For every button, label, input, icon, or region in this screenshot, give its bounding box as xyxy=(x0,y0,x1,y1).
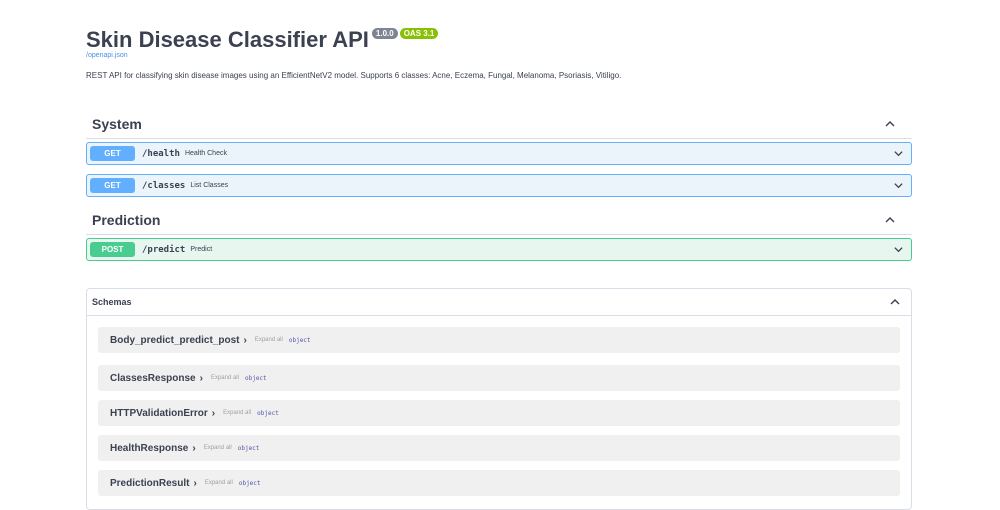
model-name: PredictionResult xyxy=(110,477,190,489)
api-description: REST API for classifying skin disease im… xyxy=(86,71,622,80)
chevron-down-icon[interactable] xyxy=(893,180,904,191)
chevron-right-icon[interactable]: › xyxy=(193,478,196,489)
section-title: System xyxy=(92,116,142,132)
api-title-row: Skin Disease Classifier API 1.0.0 OAS 3.… xyxy=(86,27,439,53)
model-type: object xyxy=(288,336,311,344)
openapi-json-link[interactable]: /openapi.json xyxy=(86,52,128,59)
method-badge: GET xyxy=(90,178,135,193)
model-type: object xyxy=(244,374,267,382)
schemas-header[interactable]: Schemas xyxy=(87,289,911,316)
expand-all-link[interactable]: Expand all xyxy=(204,445,232,451)
model-type: object xyxy=(238,479,261,487)
model-name: HealthResponse xyxy=(110,442,189,454)
section-title: Prediction xyxy=(92,212,161,228)
model-classes-response[interactable]: ClassesResponse › Expand all object xyxy=(98,365,900,391)
expand-all-link[interactable]: Expand all xyxy=(223,410,251,416)
model-health-response[interactable]: HealthResponse › Expand all object xyxy=(98,435,900,461)
model-prediction-result[interactable]: PredictionResult › Expand all object xyxy=(98,470,900,496)
chevron-up-icon[interactable] xyxy=(889,296,901,308)
chevron-down-icon[interactable] xyxy=(893,148,904,159)
operation-path: /predict xyxy=(142,244,186,255)
chevron-right-icon[interactable]: › xyxy=(212,408,215,419)
model-name: ClassesResponse xyxy=(110,372,196,384)
expand-all-link[interactable]: Expand all xyxy=(255,337,283,343)
chevron-up-icon[interactable] xyxy=(884,214,896,226)
chevron-right-icon[interactable]: › xyxy=(200,373,203,384)
operation-get-classes[interactable]: GET /classes List Classes xyxy=(86,174,912,197)
oas-badge: OAS 3.1 xyxy=(399,28,439,39)
section-system[interactable]: System xyxy=(86,110,912,139)
model-body-predict[interactable]: Body_predict_predict_post › Expand all o… xyxy=(98,327,900,353)
method-badge: POST xyxy=(90,242,135,257)
operation-path: /health xyxy=(142,148,180,159)
model-type: object xyxy=(257,409,279,417)
operation-get-health[interactable]: GET /health Health Check xyxy=(86,142,912,165)
section-prediction[interactable]: Prediction xyxy=(86,206,912,235)
operation-post-predict[interactable]: POST /predict Predict xyxy=(86,238,912,261)
api-title: Skin Disease Classifier API xyxy=(86,27,369,52)
model-http-validation-error[interactable]: HTTPValidationError › Expand all object xyxy=(98,400,900,426)
chevron-right-icon[interactable]: › xyxy=(192,443,195,454)
model-name: HTTPValidationError xyxy=(110,407,208,419)
operation-summary: List Classes xyxy=(190,182,229,189)
version-badge: 1.0.0 xyxy=(371,28,398,39)
schemas-panel: Schemas Body_predict_predict_post › Expa… xyxy=(86,288,912,510)
expand-all-link[interactable]: Expand all xyxy=(211,375,239,381)
chevron-right-icon[interactable]: › xyxy=(243,335,246,346)
schemas-title: Schemas xyxy=(92,297,132,307)
operation-path: /classes xyxy=(142,180,186,191)
chevron-up-icon[interactable] xyxy=(884,118,896,130)
expand-all-link[interactable]: Expand all xyxy=(205,480,233,486)
operation-summary: Health Check xyxy=(184,150,227,157)
model-type: object xyxy=(237,444,260,452)
method-badge: GET xyxy=(90,146,135,161)
chevron-down-icon[interactable] xyxy=(893,244,904,255)
operation-summary: Predict xyxy=(190,246,213,253)
model-name: Body_predict_predict_post xyxy=(110,334,240,346)
